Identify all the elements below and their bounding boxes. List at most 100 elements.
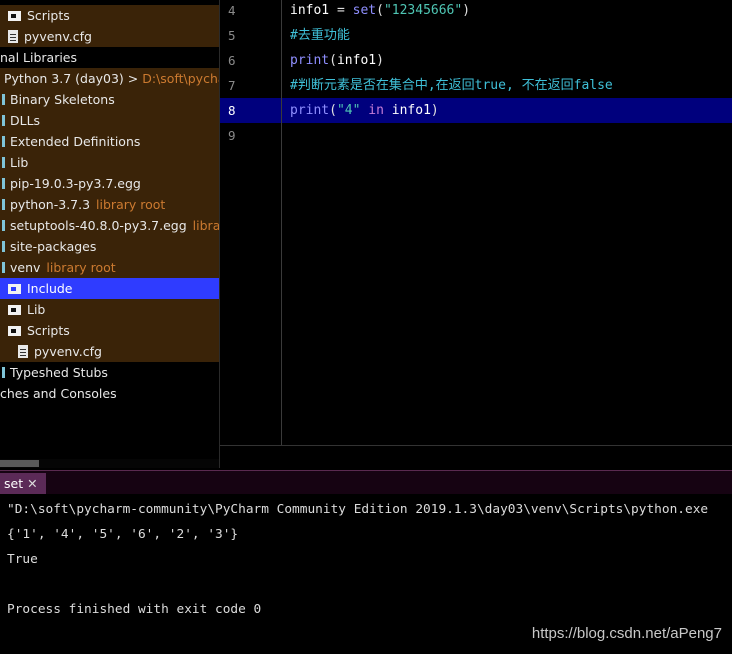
line-number: 5 bbox=[228, 28, 236, 43]
tree-item-label: Extended Definitions bbox=[10, 134, 141, 149]
code-line[interactable]: info1 = set("12345666") bbox=[220, 0, 732, 23]
tree-item[interactable]: Python 3.7 (day03) > D:\soft\pycharm bbox=[0, 68, 219, 89]
tree-item-label: Lib bbox=[10, 155, 29, 170]
tree-scrollbar-thumb[interactable] bbox=[0, 460, 39, 467]
tree-item-label: DLLs bbox=[10, 113, 41, 128]
line-number: 7 bbox=[228, 78, 236, 93]
folder-icon bbox=[8, 325, 21, 336]
stub-icon bbox=[2, 157, 5, 168]
code-line[interactable]: print(info1) bbox=[220, 48, 732, 73]
folder-icon bbox=[8, 10, 21, 21]
tree-item-label: Typeshed Stubs bbox=[10, 365, 108, 380]
tree-item-label: Include bbox=[27, 281, 73, 296]
tree-item[interactable]: Typeshed Stubs bbox=[0, 362, 219, 383]
stub-icon bbox=[2, 199, 5, 210]
run-tab-label: set bbox=[4, 476, 24, 491]
editor-horizontal-scrollbar[interactable] bbox=[220, 445, 732, 468]
tree-item-label: pip-19.0.3-py3.7.egg bbox=[10, 176, 141, 191]
tree-item-hint: library r bbox=[192, 218, 219, 233]
code-token: print bbox=[290, 103, 330, 118]
tree-item-hint: library root bbox=[96, 197, 166, 212]
tree-item-label: Binary Skeletons bbox=[10, 92, 115, 107]
tree-item[interactable]: python-3.7.3 library root bbox=[0, 194, 219, 215]
code-token: info1 bbox=[336, 53, 377, 68]
code-line[interactable] bbox=[220, 123, 732, 148]
code-token: ( bbox=[329, 53, 337, 68]
code-token: info1 bbox=[391, 103, 431, 118]
code-token: ) bbox=[376, 53, 384, 68]
run-tab-set[interactable]: set ✕ bbox=[0, 473, 46, 495]
code-token: ) bbox=[462, 3, 471, 18]
stub-icon bbox=[2, 136, 5, 147]
line-number: 4 bbox=[228, 3, 236, 18]
code-token: ( bbox=[329, 103, 337, 118]
tree-item[interactable]: nal Libraries bbox=[0, 47, 219, 68]
line-number: 6 bbox=[228, 53, 236, 68]
code-line[interactable]: #去重功能 bbox=[220, 23, 732, 48]
stub-icon bbox=[2, 115, 5, 126]
tree-item-label: venv bbox=[10, 260, 41, 275]
code-token: in bbox=[368, 103, 384, 118]
tree-item-label: setuptools-40.8.0-py3.7.egg bbox=[10, 218, 187, 233]
stub-icon bbox=[2, 241, 5, 252]
line-number-gutter: 4 5 6 7 8 9 bbox=[220, 0, 282, 445]
stub-icon bbox=[2, 94, 5, 105]
watermark: https://blog.csdn.net/aPeng7 bbox=[531, 625, 722, 642]
tree-item[interactable]: Lib bbox=[0, 152, 219, 173]
code-token: set bbox=[352, 3, 377, 18]
tree-item-label: ches and Consoles bbox=[0, 386, 117, 401]
stub-icon bbox=[2, 178, 5, 189]
tree-item-label: nal Libraries bbox=[0, 50, 78, 65]
tree-item-label: Scripts bbox=[27, 8, 70, 23]
tree-item[interactable]: setuptools-40.8.0-py3.7.egg library r bbox=[0, 215, 219, 236]
console-line: True bbox=[7, 552, 38, 567]
tree-item[interactable]: Lib bbox=[0, 299, 219, 320]
code-token: ) bbox=[430, 103, 439, 118]
code-token: #判断元素是否在集合中,在返回true, 不在返回false bbox=[290, 78, 613, 93]
tree-item[interactable]: venv library root bbox=[0, 257, 219, 278]
tree-item-hint: library root bbox=[46, 260, 116, 275]
tree-item[interactable]: ches and Consoles bbox=[0, 383, 219, 404]
folder-icon bbox=[8, 304, 21, 315]
console-line: {'1', '4', '5', '6', '2', '3'} bbox=[7, 527, 239, 542]
tree-item[interactable]: pyvenv.cfg bbox=[0, 26, 219, 47]
tree-item[interactable]: Binary Skeletons bbox=[0, 89, 219, 110]
code-token: = bbox=[329, 3, 353, 18]
file-icon bbox=[18, 345, 28, 358]
code-line[interactable]: print("4" in info1) bbox=[220, 98, 732, 123]
run-tool-window-tabs: set ✕ bbox=[0, 470, 732, 495]
stub-icon bbox=[2, 220, 5, 231]
tree-item-label: pyvenv.cfg bbox=[34, 344, 102, 359]
console-line: "D:\soft\pycharm-community\PyCharm Commu… bbox=[7, 502, 709, 517]
tree-item-label: site-packages bbox=[10, 239, 97, 254]
tree-item-label: Scripts bbox=[27, 323, 70, 338]
tree-item[interactable]: Scripts bbox=[0, 320, 219, 341]
code-token: #去重功能 bbox=[290, 28, 350, 43]
code-editor[interactable]: info1 = set("12345666") #去重功能 print(info1)… bbox=[219, 0, 732, 468]
tree-item[interactable]: Scripts bbox=[0, 5, 219, 26]
code-token: "4" bbox=[336, 103, 361, 118]
folder-icon bbox=[8, 283, 21, 294]
project-tree: Scripts pyvenv.cfg nal Libraries Python 3.7… bbox=[0, 0, 219, 468]
file-icon bbox=[8, 30, 18, 43]
code-line[interactable]: #判断元素是否在集合中,在返回true, 不在返回false bbox=[220, 73, 732, 98]
code-token: info1 bbox=[290, 3, 330, 18]
code-token: print bbox=[290, 53, 330, 68]
tree-item[interactable]: DLLs bbox=[0, 110, 219, 131]
tree-item-label: Python 3.7 (day03) > bbox=[4, 71, 143, 86]
tree-item-label: Lib bbox=[27, 302, 46, 317]
stub-icon bbox=[2, 262, 5, 273]
tree-item[interactable]: site-packages bbox=[0, 236, 219, 257]
tree-item[interactable]: pyvenv.cfg bbox=[0, 341, 219, 362]
tree-item[interactable]: Include bbox=[0, 278, 219, 299]
close-icon[interactable]: ✕ bbox=[27, 476, 37, 491]
stub-icon bbox=[2, 367, 5, 378]
tree-item[interactable]: Extended Definitions bbox=[0, 131, 219, 152]
line-number: 8 bbox=[228, 103, 236, 118]
line-number: 9 bbox=[228, 128, 236, 143]
tree-item-label: python-3.7.3 bbox=[10, 197, 91, 212]
tree-item[interactable]: pip-19.0.3-py3.7.egg bbox=[0, 173, 219, 194]
tree-item-label: pyvenv.cfg bbox=[24, 29, 92, 44]
code-token: ( bbox=[376, 3, 384, 18]
